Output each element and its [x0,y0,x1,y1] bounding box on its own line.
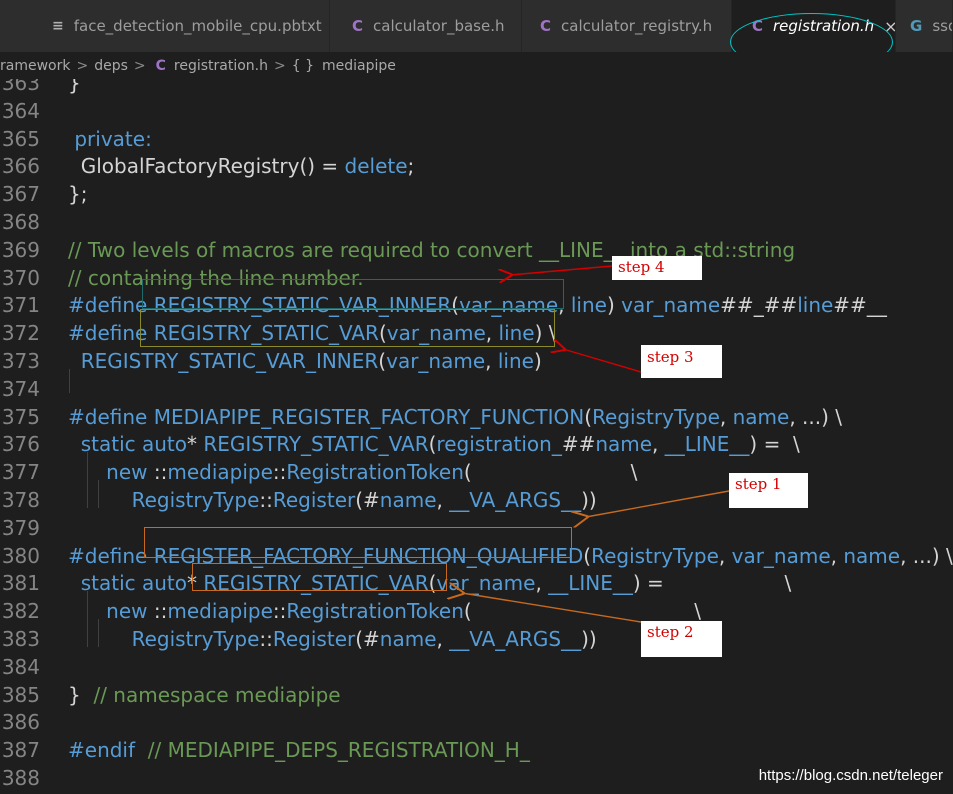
code-text: #define MEDIAPIPE_REGISTER_FACTORY_FUNCT… [68,404,842,429]
code-text: RegistryType::Register(#name, __VA_ARGS_… [131,627,597,651]
tab-label: ssd [932,17,952,35]
code-line[interactable]: 368 [0,208,953,236]
code-line[interactable]: 363} [0,79,953,97]
line-number: 386 [1,710,40,735]
code-line[interactable]: 387 #endif // MEDIAPIPE_DEPS_REGISTRATION… [0,736,953,764]
line-number: 377 [1,460,40,485]
line-number: 376 [1,432,40,457]
line-number: 383 [1,627,40,651]
breadcrumb-item-file[interactable]: registration.h [174,58,268,74]
step-4-note: step 4 [612,256,702,280]
code-line[interactable]: 369// Two levels of macros are required … [0,236,953,264]
code-text: GlobalFactoryRegistry() = delete; [68,154,415,179]
line-number: 375 [1,404,40,429]
line-number: 370 [1,265,40,290]
code-text: static auto* REGISTRY_STATIC_VAR(var_nam… [80,571,792,596]
code-text: #define REGISTER_FACTORY_FUNCTION_QUALIF… [68,543,953,568]
code-line[interactable]: 376 static auto* REGISTRY_STATIC_VAR(reg… [0,430,953,458]
code-line[interactable]: 378 RegistryType::Register(#name, __VA_A… [0,486,953,514]
line-number: 381 [1,571,40,596]
code-text: new ::mediapipe::RegistrationToken( \ [106,460,638,485]
cpp-file-icon: G [910,17,923,35]
code-text: #define REGISTRY_STATIC_VAR_INNER(var_na… [68,293,887,318]
line-number: 373 [1,349,40,373]
code-line[interactable]: 364 [0,97,953,125]
breadcrumb-item-framework[interactable]: ramework [0,58,70,74]
tab-ssd[interactable]: G ssd [896,0,953,52]
code-line[interactable]: 370 // containing the line number. [0,264,953,292]
chevron-right-icon: > [76,57,89,74]
code-text: new ::mediapipe::RegistrationToken( \ [106,599,701,624]
code-text: REGISTRY_STATIC_VAR_INNER(var_name, line… [80,349,542,373]
lines-icon: ≡ [52,18,64,34]
line-number: 384 [1,654,40,679]
line-number: 368 [1,210,40,234]
breadcrumb-item-namespace[interactable]: mediapipe [322,58,396,74]
code-line[interactable]: 375 #define MEDIAPIPE_REGISTER_FACTORY_FU… [0,403,953,431]
code-text: }; [68,182,88,207]
code-line[interactable]: 372 #define REGISTRY_STATIC_VAR(var_name,… [0,319,953,347]
tab-label: calculator_base.h [373,17,505,35]
code-text: } [68,79,81,95]
code-editor[interactable]: 363} 364 365 private: 366 GlobalFactoryRegi… [0,79,953,794]
line-number: 365 [1,126,40,151]
breadcrumb-item-deps[interactable]: deps [94,58,128,74]
c-file-icon: C [540,17,552,35]
c-file-icon: C [155,57,166,74]
chevron-right-icon: > [133,57,146,74]
code-text: // containing the line number. [68,265,364,290]
chevron-right-icon: > [274,57,286,74]
line-number: 387 [1,738,40,763]
tab-face-detection-pbtxt[interactable]: ≡ face_detection_mobile_cpu.pbtxt [0,0,330,52]
c-file-icon: C [352,17,364,35]
code-text: RegistryType::Register(#name, __VA_ARGS_… [131,488,597,512]
tab-calculator-registry[interactable]: C calculator_registry.h [522,0,732,52]
tab-label: calculator_registry.h [561,17,713,35]
line-number: 371 [1,293,40,318]
code-line[interactable]: 381 static auto* REGISTRY_STATIC_VAR(var… [0,569,953,597]
code-line[interactable]: 379 [0,514,953,542]
line-number: 388 [1,766,40,790]
line-number: 369 [1,237,40,262]
step-1-note: step 1 [729,473,808,508]
code-line[interactable]: 377 new ::mediapipe::RegistrationToken( … [0,458,953,486]
code-text: } // namespace mediapipe [68,682,341,707]
code-line[interactable]: 385 } // namespace mediapipe [0,681,953,709]
line-number: 385 [1,682,40,707]
code-text: #endif // MEDIAPIPE_DEPS_REGISTRATION_H_ [68,738,530,763]
step-3-note: step 3 [641,345,722,378]
code-line[interactable]: 366 GlobalFactoryRegistry() = delete; [0,152,953,180]
line-number: 374 [1,376,40,401]
code-line[interactable]: 382 new ::mediapipe::RegistrationToken( … [0,597,953,625]
line-number: 378 [1,488,40,512]
line-number: 372 [1,321,40,346]
code-line[interactable]: 374 [0,375,953,403]
line-number: 366 [1,154,40,179]
line-number: 379 [1,515,40,540]
code-line[interactable]: 365 private: [0,125,953,153]
code-line[interactable]: 367}; [0,180,953,208]
code-text: #define REGISTRY_STATIC_VAR(var_name, li… [68,321,556,346]
line-number: 382 [1,599,40,624]
tab-calculator-base[interactable]: C calculator_base.h [330,0,522,52]
code-line[interactable]: 384 [0,653,953,681]
breadcrumb: ramework > deps > C registration.h > { }… [0,52,953,79]
line-number: 364 [1,98,40,123]
code-line[interactable]: 373 REGISTRY_STATIC_VAR_INNER(var_name, … [0,347,953,375]
line-number: 363 [1,79,40,95]
code-text: static auto* REGISTRY_STATIC_VAR(registr… [80,432,800,457]
step-2-note: step 2 [641,621,722,657]
line-number: 367 [1,182,40,207]
code-line[interactable]: 386 [0,708,953,736]
code-line[interactable]: 383 RegistryType::Register(#name, __VA_A… [0,625,953,653]
watermark: https://blog.csdn.net/teleger [758,767,943,784]
code-line[interactable]: 380 #define REGISTER_FACTORY_FUNCTION_QUA… [0,542,953,570]
line-number: 380 [1,543,40,568]
code-text: private: [74,126,152,151]
code-line[interactable]: 371 #define REGISTRY_STATIC_VAR_INNER(var… [0,291,953,319]
tab-label: face_detection_mobile_cpu.pbtxt [73,17,322,35]
braces-icon: { } [291,57,315,74]
